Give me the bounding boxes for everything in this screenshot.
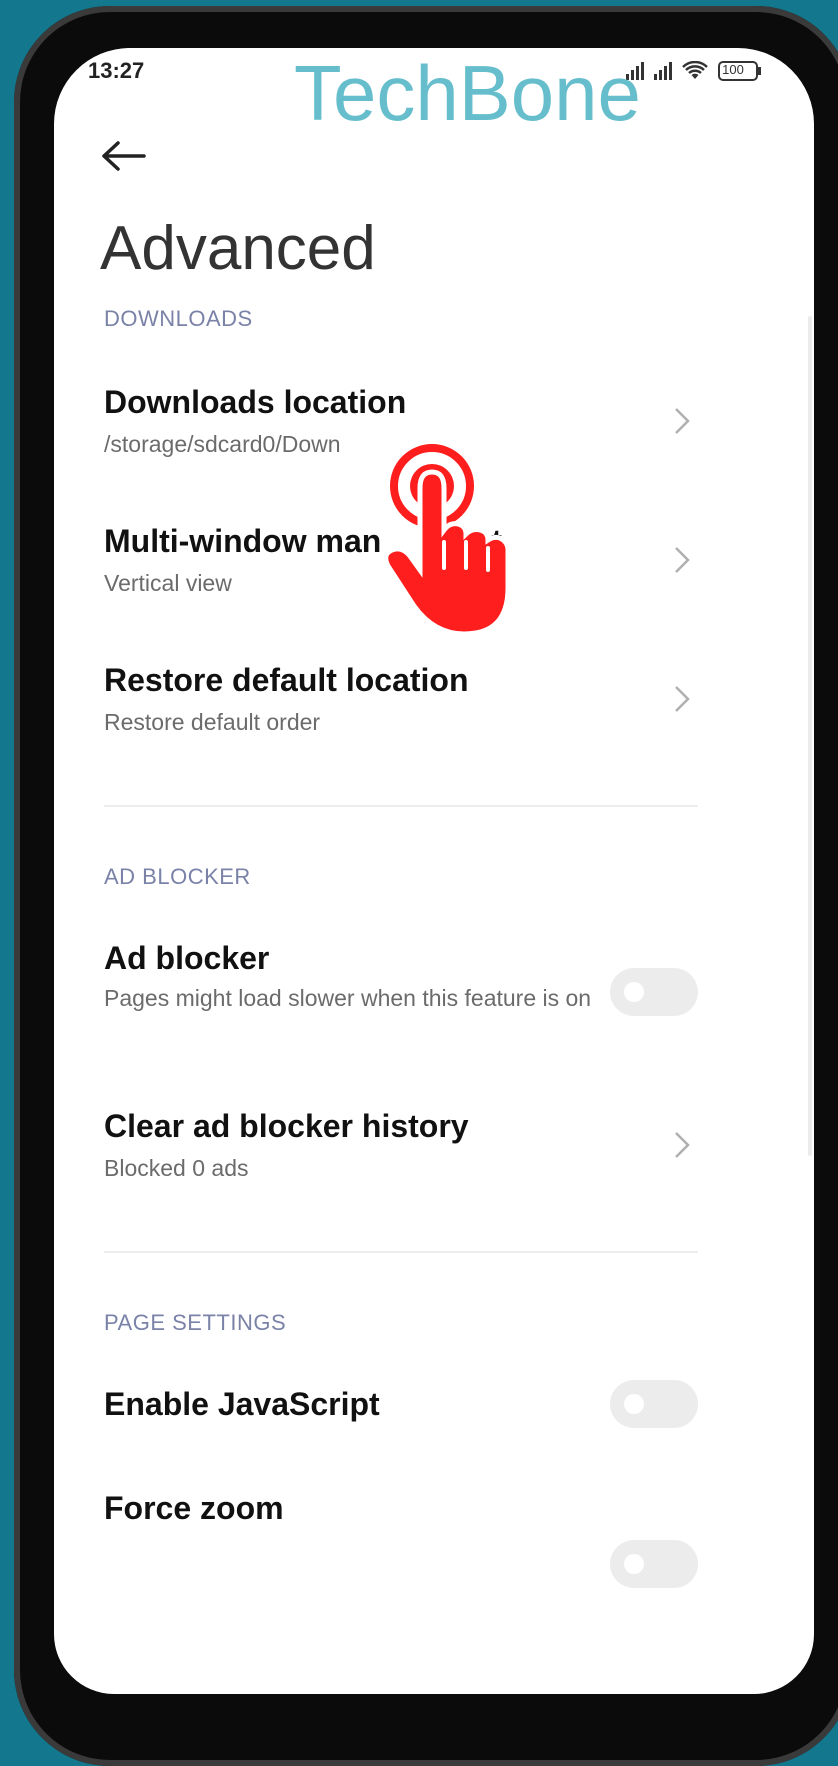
enable-javascript-item[interactable]: Enable JavaScript <box>54 1364 754 1464</box>
battery-level: 100 <box>722 62 744 77</box>
chevron-right-icon <box>675 408 690 434</box>
phone-screen: 13:27 100 TechBone Advanced DOWNLOADS Do… <box>54 48 814 1694</box>
downloads-location-path: /storage/sdcard0/Down <box>104 431 341 457</box>
section-header-ad-blocker: AD BLOCKER <box>104 864 251 889</box>
clear-history-count: Blocked 0 ads <box>104 1155 249 1181</box>
force-zoom-item[interactable]: Force zoom <box>54 1468 754 1588</box>
section-header-page-settings: PAGE SETTINGS <box>104 1310 287 1335</box>
ad-blocker-title: Ad blocker <box>104 940 270 976</box>
divider <box>104 805 698 807</box>
back-arrow-icon <box>102 141 146 171</box>
chevron-right-icon <box>675 547 690 573</box>
clear-ad-blocker-history-item[interactable]: Clear ad blocker history Blocked 0 ads <box>54 1092 754 1222</box>
enable-javascript-toggle[interactable] <box>610 1380 698 1428</box>
restore-default-title: Restore default location <box>104 662 469 698</box>
clear-history-title: Clear ad blocker history <box>104 1108 469 1144</box>
section-header-downloads: DOWNLOADS <box>104 306 253 331</box>
scrollbar[interactable] <box>808 316 812 1156</box>
force-zoom-toggle[interactable] <box>610 1540 698 1588</box>
restore-default-sub: Restore default order <box>104 709 321 735</box>
status-time: 13:27 <box>88 58 145 83</box>
watermark-logo: TechBone <box>294 49 641 137</box>
ad-blocker-item[interactable]: Ad blocker Pages might load slower when … <box>54 924 754 1074</box>
toggle-knob <box>624 1554 644 1574</box>
force-zoom-title: Force zoom <box>104 1490 284 1526</box>
chevron-right-icon <box>675 686 690 712</box>
restore-default-location-item[interactable]: Restore default location Restore default… <box>54 646 754 776</box>
multi-window-title: Multi-window man <box>104 523 382 559</box>
downloads-location-title: Downloads location <box>104 384 407 420</box>
ad-blocker-toggle[interactable] <box>610 968 698 1016</box>
divider <box>104 1251 698 1253</box>
toggle-knob <box>624 1394 644 1414</box>
multi-window-value: Vertical view <box>104 570 232 596</box>
downloads-location-item[interactable]: Downloads location /storage/sdcard0/Down <box>54 368 754 498</box>
status-icons: 100 <box>626 60 762 82</box>
back-button[interactable] <box>96 128 152 184</box>
chevron-right-icon <box>675 1132 690 1158</box>
signal-icon <box>654 62 672 80</box>
page-title: Advanced <box>100 214 376 283</box>
ad-blocker-description: Pages might load slower when this featur… <box>104 985 592 1011</box>
multi-window-title-end: ent <box>454 523 502 559</box>
toggle-knob <box>624 982 644 1002</box>
wifi-icon <box>682 61 708 81</box>
enable-javascript-title: Enable JavaScript <box>104 1386 380 1422</box>
multi-window-management-item[interactable]: Multi-window man ent Vertical view <box>54 507 754 637</box>
